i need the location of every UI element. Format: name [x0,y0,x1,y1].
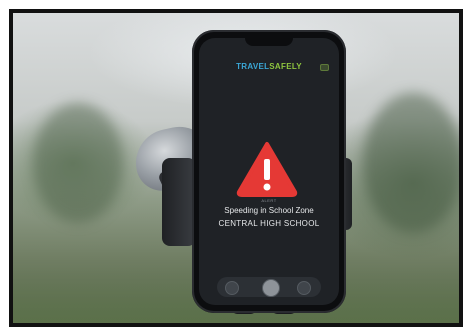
battery-icon [320,64,329,71]
nav-home-button[interactable] [262,279,280,297]
brand-travel: TRAVEL [236,62,270,71]
warning-triangle-icon [236,142,298,197]
smartphone: TRAVELSAFELY ALERT Speeding in School Zo… [192,30,346,313]
nav-left-button[interactable] [225,281,239,295]
phone-grip-left [162,158,196,246]
nav-right-button[interactable] [297,281,311,295]
phone-screen: TRAVELSAFELY ALERT Speeding in School Zo… [199,38,339,305]
alert-title: Speeding in School Zone [224,206,314,215]
blurred-tree [33,103,123,223]
brand-safely: SAFELY [269,62,302,71]
alert-location: CENTRAL HIGH SCHOOL [218,219,320,228]
app-logo: TRAVELSAFELY [199,62,339,71]
phone-notch [245,38,293,46]
bottom-nav-bar [217,277,321,297]
blurred-tree [363,93,459,233]
alert-label: ALERT [261,198,277,203]
